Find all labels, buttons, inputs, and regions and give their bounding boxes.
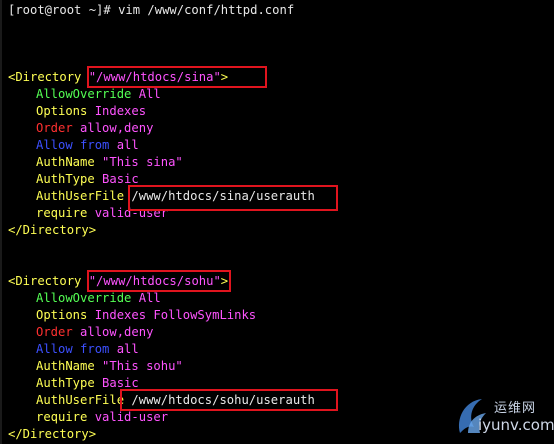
directive-key: Allow [36,342,81,356]
directive-key: require [36,206,95,220]
directive-key: Options [36,104,95,118]
watermark-logo: 运维网 iyunv.com [454,393,554,443]
shell-command: vim /www/conf/httpd.conf [118,3,295,17]
directive-keyword: from [80,342,117,356]
directive-value: Basic [102,376,139,390]
highlight-box-sina-userauth [128,185,338,211]
directive-key: require [36,410,95,424]
directive-key: AuthUserFile [36,189,125,203]
directive-key: AuthType [36,376,103,390]
config-line-order: Order allow,deny [8,324,153,341]
terminal-window[interactable]: [root@root ~]# vim /www/conf/httpd.conf … [0,0,554,444]
tag-text: <Directory [8,274,89,288]
config-line-require: require valid-user [8,409,168,426]
directory-close-tag: </Directory> [8,426,96,443]
shell-prompt: [root@root ~]# [8,3,119,17]
directive-value: allow,deny [80,325,154,339]
config-line-allowoverride: AllowOverride All [8,86,161,103]
directive-value: "This sina" [102,155,183,169]
config-line-options: Options Indexes [8,103,146,120]
directive-key: AuthName [36,359,103,373]
tag-text: </Directory> [8,223,97,237]
config-line-authname: AuthName "This sina" [8,154,183,171]
directive-value: All [138,87,161,101]
directive-value: Indexes FollowSymLinks [94,308,257,322]
directive-key: AllowOverride [36,87,139,101]
config-line-options: Options Indexes FollowSymLinks [8,307,256,324]
directory-close-tag: </Directory> [8,222,96,239]
shell-command-line: [root@root ~]# vim /www/conf/httpd.conf [8,2,294,19]
config-line-allow: Allow from all [8,341,139,358]
tag-text: <Directory [8,70,89,84]
highlight-box-sohu-userauth [120,389,338,411]
config-line-authname: AuthName "This sohu" [8,358,183,375]
directive-key: Order [36,325,81,339]
directive-keyword: from [80,138,117,152]
directive-key: AllowOverride [36,291,139,305]
directive-key: AuthName [36,155,103,169]
directive-key: Order [36,121,81,135]
highlight-box-sina-path [87,66,267,88]
directive-value: allow,deny [80,121,154,135]
directive-value: valid-user [94,410,169,424]
tag-text: </Directory> [8,427,97,441]
directive-value: All [138,291,161,305]
config-line-authtype: AuthType Basic [8,171,139,188]
directive-key: Options [36,308,95,322]
watermark-chinese-text: 运维网 [494,401,537,416]
config-line-allowoverride: AllowOverride All [8,290,161,307]
config-line-order: Order allow,deny [8,120,153,137]
directive-key: AuthType [36,172,103,186]
config-line-allow: Allow from all [8,137,139,154]
directive-value: "This sohu" [102,359,183,373]
directive-value: all [116,138,139,152]
directive-key: Allow [36,138,81,152]
directive-value: Basic [102,172,139,186]
directive-value: all [116,342,139,356]
watermark-domain-text: iyunv.com [478,416,554,434]
highlight-box-sohu-path [87,270,231,292]
directive-key: AuthUserFile [36,393,125,407]
directive-value: Indexes [94,104,147,118]
